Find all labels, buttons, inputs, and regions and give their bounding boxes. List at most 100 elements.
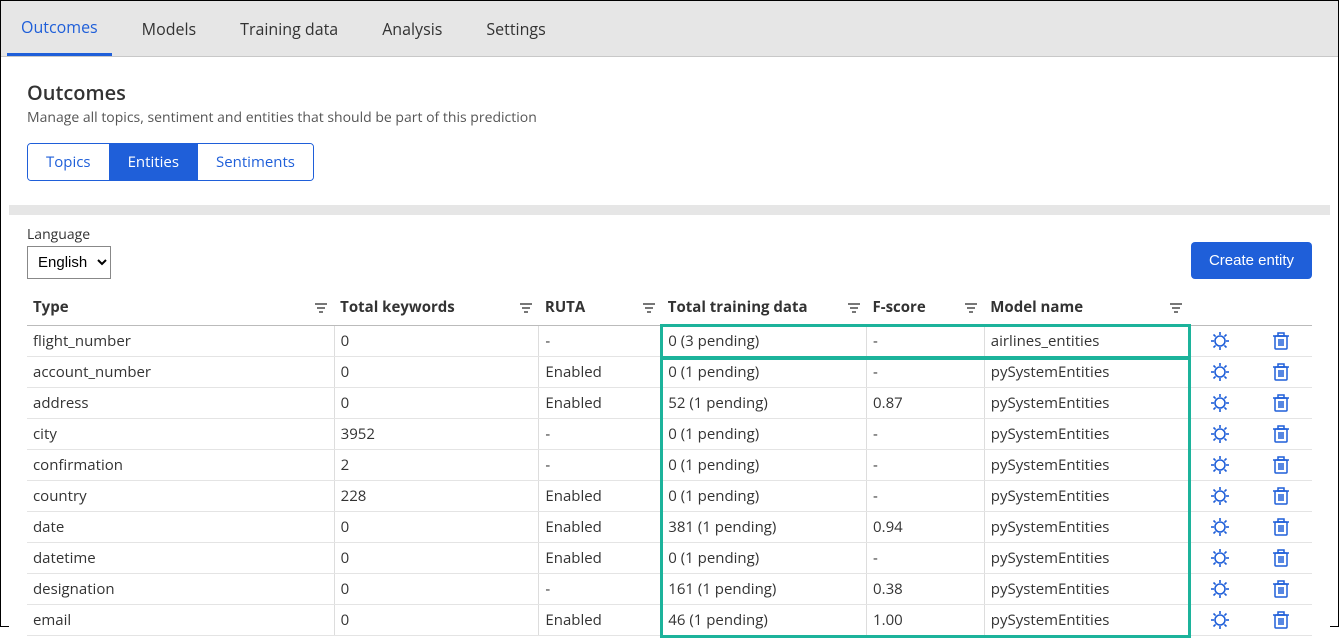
- cell-model-name: pySystemEntities: [984, 512, 1189, 543]
- col-header-training-data[interactable]: Total training data: [662, 289, 867, 326]
- gear-icon: [1210, 331, 1230, 351]
- col-header-training-data-label: Total training data: [668, 297, 808, 317]
- col-header-ruta[interactable]: RUTA: [539, 289, 662, 326]
- cell-model-name: pySystemEntities: [984, 481, 1189, 512]
- row-delete-button[interactable]: [1269, 422, 1293, 446]
- trash-icon: [1271, 517, 1291, 537]
- cell-training-data: 161 (1 pending): [662, 574, 867, 605]
- table-row: city3952-0 (1 pending)-pySystemEntities: [27, 419, 1312, 450]
- row-delete-button[interactable]: [1269, 515, 1293, 539]
- page-title: Outcomes: [27, 79, 1312, 106]
- cell-training-data: 52 (1 pending): [662, 388, 867, 419]
- table-row: account_number0Enabled0 (1 pending)-pySy…: [27, 357, 1312, 388]
- tab-training-data[interactable]: Training data: [226, 1, 352, 56]
- col-header-delete: [1250, 289, 1312, 326]
- tab-settings[interactable]: Settings: [472, 1, 559, 56]
- cell-ruta: -: [539, 419, 662, 450]
- row-settings-button[interactable]: [1208, 453, 1232, 477]
- row-settings-button[interactable]: [1208, 484, 1232, 508]
- cell-training-data: 381 (1 pending): [662, 512, 867, 543]
- table-row: flight_number0-0 (3 pending)-airlines_en…: [27, 326, 1312, 357]
- language-select[interactable]: English: [27, 246, 111, 279]
- gear-icon: [1210, 362, 1230, 382]
- cell-fscore: 1.00: [867, 605, 985, 636]
- col-header-actions: [1189, 289, 1250, 326]
- gear-icon: [1210, 455, 1230, 475]
- gear-icon: [1210, 486, 1230, 506]
- segment-sentiments[interactable]: Sentiments: [197, 144, 313, 180]
- col-header-type-label: Type: [33, 297, 69, 317]
- cell-ruta: -: [539, 326, 662, 357]
- top-nav: Outcomes Models Training data Analysis S…: [1, 1, 1338, 57]
- col-header-type[interactable]: Type: [27, 289, 334, 326]
- cell-training-data: 0 (3 pending): [662, 326, 867, 357]
- segment-entities[interactable]: Entities: [109, 144, 197, 180]
- segment-topics[interactable]: Topics: [28, 144, 109, 180]
- cell-ruta: Enabled: [539, 388, 662, 419]
- row-delete-button[interactable]: [1269, 546, 1293, 570]
- table-row: address0Enabled52 (1 pending)0.87pySyste…: [27, 388, 1312, 419]
- cell-type: date: [27, 512, 334, 543]
- row-settings-button[interactable]: [1208, 329, 1232, 353]
- tab-models[interactable]: Models: [128, 1, 210, 56]
- table-row: date0Enabled381 (1 pending)0.94pySystemE…: [27, 512, 1312, 543]
- cell-model-name: pySystemEntities: [984, 388, 1189, 419]
- cell-keywords: 0: [334, 605, 539, 636]
- row-delete-button[interactable]: [1269, 608, 1293, 632]
- cell-type: email: [27, 605, 334, 636]
- col-header-keywords[interactable]: Total keywords: [334, 289, 539, 326]
- cell-training-data: 46 (1 pending): [662, 605, 867, 636]
- filter-icon[interactable]: [847, 297, 861, 317]
- cell-keywords: 0: [334, 543, 539, 574]
- table-row: designation0-161 (1 pending)0.38pySystem…: [27, 574, 1312, 605]
- row-settings-button[interactable]: [1208, 608, 1232, 632]
- table-header-row: Type Total keywords RUTA: [27, 289, 1312, 326]
- row-settings-button[interactable]: [1208, 577, 1232, 601]
- row-settings-button[interactable]: [1208, 422, 1232, 446]
- cell-ruta: Enabled: [539, 481, 662, 512]
- table-row: country228Enabled0 (1 pending)-pySystemE…: [27, 481, 1312, 512]
- filter-icon[interactable]: [314, 297, 328, 317]
- filter-icon[interactable]: [642, 297, 656, 317]
- tab-analysis[interactable]: Analysis: [368, 1, 456, 56]
- row-delete-button[interactable]: [1269, 577, 1293, 601]
- cell-ruta: Enabled: [539, 357, 662, 388]
- row-settings-button[interactable]: [1208, 546, 1232, 570]
- trash-icon: [1271, 548, 1291, 568]
- row-delete-button[interactable]: [1269, 391, 1293, 415]
- row-delete-button[interactable]: [1269, 484, 1293, 508]
- gear-icon: [1210, 393, 1230, 413]
- gear-icon: [1210, 517, 1230, 537]
- entities-table: Type Total keywords RUTA: [27, 289, 1312, 636]
- trash-icon: [1271, 579, 1291, 599]
- cell-fscore: 0.87: [867, 388, 985, 419]
- row-delete-button[interactable]: [1269, 360, 1293, 384]
- cell-model-name: pySystemEntities: [984, 450, 1189, 481]
- cell-type: datetime: [27, 543, 334, 574]
- row-settings-button[interactable]: [1208, 515, 1232, 539]
- row-delete-button[interactable]: [1269, 453, 1293, 477]
- filter-icon[interactable]: [519, 297, 533, 317]
- cell-type: address: [27, 388, 334, 419]
- trash-icon: [1271, 455, 1291, 475]
- row-settings-button[interactable]: [1208, 391, 1232, 415]
- filter-icon[interactable]: [1169, 297, 1183, 317]
- cell-keywords: 0: [334, 388, 539, 419]
- row-settings-button[interactable]: [1208, 360, 1232, 384]
- tab-outcomes[interactable]: Outcomes: [7, 1, 112, 56]
- cell-keywords: 0: [334, 512, 539, 543]
- filter-icon[interactable]: [964, 297, 978, 317]
- col-header-fscore[interactable]: F-score: [867, 289, 985, 326]
- cell-type: flight_number: [27, 326, 334, 357]
- cell-ruta: Enabled: [539, 543, 662, 574]
- trash-icon: [1271, 331, 1291, 351]
- trash-icon: [1271, 486, 1291, 506]
- cell-ruta: -: [539, 574, 662, 605]
- cell-training-data: 0 (1 pending): [662, 481, 867, 512]
- cell-keywords: 3952: [334, 419, 539, 450]
- gear-icon: [1210, 610, 1230, 630]
- col-header-model-name[interactable]: Model name: [984, 289, 1189, 326]
- language-label: Language: [27, 225, 111, 244]
- row-delete-button[interactable]: [1269, 329, 1293, 353]
- create-entity-button[interactable]: Create entity: [1191, 242, 1312, 279]
